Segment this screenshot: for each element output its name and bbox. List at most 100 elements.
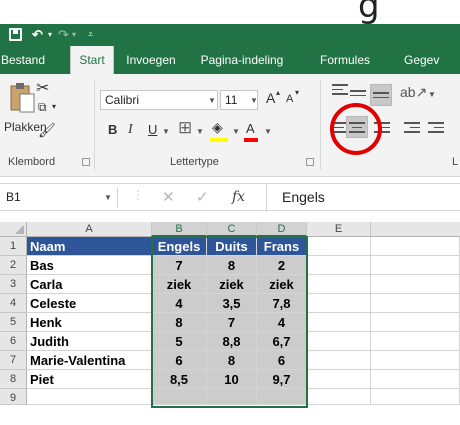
tab-pagina-indeling[interactable]: Pagina-indeling [190,46,294,74]
cell-e9[interactable] [307,389,371,405]
align-top-icon[interactable] [332,84,348,98]
cell-f5[interactable] [371,313,460,332]
row-header[interactable]: 3 [0,275,27,294]
font-name-select[interactable]: Calibri [100,90,218,110]
font-size-value: 11 [225,93,238,107]
column-header-c[interactable]: C [207,222,257,237]
format-painter-icon[interactable]: 🖌 [38,122,56,139]
row-header[interactable]: 1 [0,237,27,256]
cell-f8[interactable] [371,370,460,389]
cell-a9[interactable] [27,389,152,405]
cell-e6[interactable] [307,332,371,351]
cell-f6[interactable] [371,332,460,351]
bold-button[interactable]: B [108,122,117,137]
undo-icon[interactable]: ↶ [32,27,43,43]
cell-e3[interactable] [307,275,371,294]
cell-f7[interactable] [371,351,460,370]
cell-a3[interactable]: Carla [27,275,152,294]
tab-bestand[interactable]: Bestand [0,46,46,74]
font-name-dropdown-icon[interactable]: ▼ [208,96,216,105]
customize-toolbar-icon[interactable]: ⩡ [88,29,93,40]
font-size-dropdown-icon[interactable]: ▼ [250,96,258,105]
increase-indent-icon[interactable] [428,122,444,136]
cell-a8[interactable]: Piet [27,370,152,389]
cell-e4[interactable] [307,294,371,313]
tab-formules[interactable]: Formules [310,46,380,74]
redo-dropdown-icon[interactable]: ▾ [72,30,76,39]
cell-f1[interactable] [371,237,460,256]
cut-icon[interactable]: ✂ [36,78,49,98]
fill-color-icon[interactable]: ◈ [212,119,223,136]
row-header[interactable]: 4 [0,294,27,313]
clipboard-launcher-icon[interactable] [82,158,90,166]
caption-strip: g [0,0,460,26]
row-header[interactable]: 8 [0,370,27,389]
grow-font-button[interactable]: A [266,90,275,106]
tab-invoegen[interactable]: Invoegen [120,46,182,74]
enter-icon[interactable]: ✓ [196,188,209,206]
select-all-corner[interactable] [0,222,27,237]
cell-e7[interactable] [307,351,371,370]
copy-icon[interactable]: ⧉ [38,100,47,115]
border-dropdown-icon[interactable]: ▼ [196,127,204,136]
highlight-circle [330,103,382,155]
column-header-d[interactable]: D [257,222,307,237]
cell-e5[interactable] [307,313,371,332]
cell-e2[interactable] [307,256,371,275]
cell-a2[interactable]: Bas [27,256,152,275]
name-box-dropdown-icon[interactable]: ▼ [104,193,112,202]
font-group-label: Lettertype [170,156,219,168]
cell-f4[interactable] [371,294,460,313]
fill-color-swatch [210,138,228,142]
name-box[interactable]: B1 [0,187,118,208]
title-bar: ↶ ▾ ↷ ▾ ⩡ [0,24,460,46]
undo-dropdown-icon[interactable]: ▾ [48,30,52,39]
ribbon: Plakken ✂ ⧉ ▾ 🖌 Klembord Calibri ▼ 11 ▼ … [0,74,460,177]
font-color-dropdown-icon[interactable]: ▼ [264,127,272,136]
cell-f2[interactable] [371,256,460,275]
formula-input[interactable]: Engels [282,189,325,205]
cancel-icon[interactable]: ✕ [162,188,175,206]
paste-button[interactable]: Plakken [4,82,47,144]
redo-icon[interactable]: ↷ [58,27,69,43]
font-color-button[interactable]: A [246,121,255,136]
cell-a6[interactable]: Judith [27,332,152,351]
row-header[interactable]: 2 [0,256,27,275]
tab-gegevens[interactable]: Gegev [404,46,460,74]
font-launcher-icon[interactable] [306,158,314,166]
formula-bar: B1 ▼ ⋮ ✕ ✓ fx Engels [0,183,460,212]
cell-a7[interactable]: Marie-Valentina [27,351,152,370]
shrink-font-button[interactable]: A [286,93,293,105]
decrease-indent-icon[interactable] [404,122,420,136]
insert-function-icon[interactable]: fx [232,189,245,205]
tab-start[interactable]: Start [70,46,114,74]
cell-f9[interactable] [371,389,460,405]
save-icon[interactable] [9,28,22,41]
cell-a5[interactable]: Henk [27,313,152,332]
row-header[interactable]: 7 [0,351,27,370]
underline-dropdown-icon[interactable]: ▼ [162,127,170,136]
cell-a4[interactable]: Celeste [27,294,152,313]
cell-e1[interactable] [307,237,371,256]
fill-color-dropdown-icon[interactable]: ▼ [232,127,240,136]
italic-button[interactable]: I [128,122,133,138]
column-header-f[interactable] [371,222,460,237]
row-header[interactable]: 9 [0,389,27,405]
row-header[interactable]: 6 [0,332,27,351]
name-box-value: B1 [6,190,21,204]
column-header-b[interactable]: B [152,222,207,237]
cell-f3[interactable] [371,275,460,294]
copy-dropdown-icon[interactable]: ▾ [52,102,56,111]
row-header[interactable]: 5 [0,313,27,332]
font-color-swatch [244,138,258,142]
alignment-group-label: L [452,156,459,168]
cell-e8[interactable] [307,370,371,389]
cell-a1[interactable]: Naam [27,237,152,256]
column-header-e[interactable]: E [307,222,371,237]
column-header-a[interactable]: A [27,222,152,237]
align-middle-icon[interactable] [350,90,366,104]
border-icon[interactable]: ⊞ [178,118,192,138]
underline-button[interactable]: U [148,122,157,137]
orientation-icon[interactable]: ab↗ [400,84,427,101]
orientation-dropdown-icon[interactable]: ▼ [428,90,436,99]
